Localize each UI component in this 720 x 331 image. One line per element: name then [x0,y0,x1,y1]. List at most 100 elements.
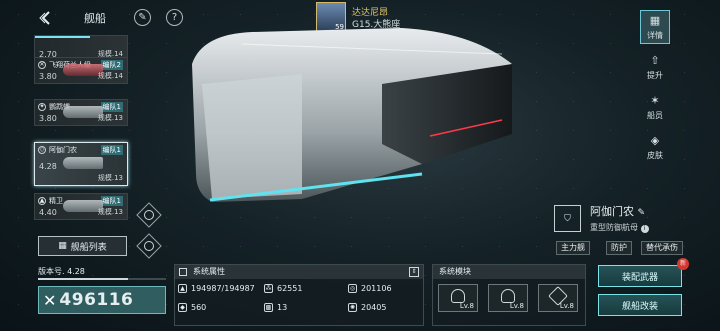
ship-type-icon: ▲ [38,197,46,205]
new-badge: 新 [677,258,689,270]
stat-armor: ⁂ 62551 [264,284,302,293]
shield-stat-icon: ◎ [348,284,357,293]
combat-power-value: 496116 [59,290,134,310]
upgrade-icon: ⇧ [650,53,660,67]
ship-list-item-selected[interactable]: ◇ 阿伽门农 编队1 4.28 规模.13 [34,142,128,186]
tab-label: 详情 [647,30,663,40]
ship-type-text: 重型防御航母 [590,223,638,232]
panel-title: 系统属性 [193,267,225,276]
level-progress [35,36,91,38]
stat-speed: ◆ 560 [178,303,206,312]
ship-level: 3.80 [39,114,57,123]
module-slot[interactable]: Lv.8 [488,284,528,312]
grid-icon: ▦ [58,241,67,251]
module-level: Lv.8 [459,302,474,310]
wave-icon [141,238,157,254]
help-button[interactable]: ? [166,9,183,26]
fleet-tag: 编队2 [100,60,123,70]
expand-icon[interactable]: ⇕ [409,267,419,277]
back-arrow-icon[interactable] [38,10,54,26]
ship-class: 规模.13 [97,174,123,182]
ship-level: 4.28 [39,162,57,171]
ship-model [192,28,512,202]
ship-level: 3.80 [39,72,57,81]
hp-icon: ▲ [178,284,187,293]
slot-icon: ▩ [264,303,273,312]
ship-type-icon: ✦ [38,103,46,111]
tab-crew[interactable]: ✶ 船员 [640,90,670,124]
role-chip: 主力舰 [556,241,590,255]
crew-icon: ✶ [650,93,660,107]
ship-type-icon: ◇ [38,146,46,154]
wrench-icon: ✎ [138,12,147,23]
stat-value: 201106 [361,284,392,293]
fleet-tag: 编队1 [100,196,123,206]
list-icon [179,268,187,276]
ship-role-badge: ⛉ [554,205,581,232]
stat-value: 20405 [361,303,387,312]
ship-class: 规模.14 [97,72,123,80]
tab-skin[interactable]: ◈ 皮肤 [640,130,670,164]
panel-title: 系统模块 [439,267,471,276]
ship-list-item[interactable]: ✕ 飞翔荷兰人级 编队2 3.80 规模.14 [34,57,128,84]
stat-energy: ✺ 20405 [348,303,386,312]
energy-icon: ✺ [348,303,357,312]
question-icon: ? [171,12,178,23]
fleet-list-button[interactable]: ▦ 舰船列表 [38,236,127,256]
role-chip: 防护 [606,241,632,255]
ship-list-item[interactable]: ✦ 鹦鹉螺 编队1 3.80 规模.13 [34,99,128,126]
module-armor-icon [501,289,515,303]
ship-level: 4.40 [39,208,57,217]
equip-weapons-button[interactable]: 装配武器 [598,265,682,287]
crossed-swords-icon: ✕ [43,290,57,310]
module-slot[interactable]: Lv.8 [538,284,578,312]
ship-name-text: 阿伽门农 [590,205,634,218]
stat-shield: ◎ 201106 [348,284,392,293]
fleet-tag: 编队1 [100,102,123,112]
shield-icon: ⛉ [564,213,571,224]
fleet-tag: 编队1 [100,145,123,155]
version-progress [38,278,166,280]
stat-value: 13 [277,303,288,312]
panel-header: 系统属性 ⇕ [175,265,423,279]
tab-label: 皮肤 [647,150,663,160]
speed-icon: ◆ [178,303,187,312]
version-label: 版本号. 4.28 [38,267,85,276]
module-slot[interactable]: Lv.8 [438,284,478,312]
ship-name-title[interactable]: 阿伽门农 ✎ [590,203,645,219]
module-level: Lv.8 [559,302,574,310]
tab-label: 提升 [647,70,663,80]
wrench-button[interactable]: ✎ [134,9,151,26]
combat-power: ✕ 496116 [38,286,166,314]
stat-slots: ▩ 13 [264,303,287,312]
ship-name: 阿伽门农 [49,146,77,154]
ship-class: 规模.13 [97,208,123,216]
ship-class: 规模.13 [97,114,123,122]
module-level: Lv.8 [509,302,524,310]
armor-icon: ⁂ [264,284,273,293]
ship-type-icon: ✕ [38,61,46,69]
tab-details[interactable]: ▦ 详情 [640,10,670,44]
ship-refit-button[interactable]: 舰船改装 [598,294,682,316]
fleet-list-label: 舰船列表 [70,242,107,253]
edit-icon[interactable]: ✎ [638,208,646,218]
stat-value: 194987/194987 [191,284,255,293]
module-shield-icon [451,289,465,303]
skin-icon: ◈ [650,133,660,147]
stat-value: 62551 [277,284,303,293]
panel-header: 系统模块 [433,265,585,279]
tab-label: 船员 [647,110,663,120]
ship-name: 精卫 [49,197,63,205]
grid-icon: ▦ [649,13,661,27]
ship-list-item[interactable]: ▲ 精卫 编队1 4.40 规模.13 [34,193,128,220]
tab-upgrade[interactable]: ⇧ 提升 [640,50,670,84]
role-chip: 替代承伤 [641,241,683,255]
target-icon [141,207,157,223]
ship-thumbnail [63,157,103,169]
system-attributes-panel: 系统属性 ⇕ [174,264,424,326]
stat-hp: ▲ 194987/194987 [178,284,255,293]
info-icon[interactable]: i [640,225,649,233]
page-title: 舰船 [84,12,106,25]
ship-type: 重型防御航母 i [590,222,649,233]
stat-value: 560 [191,303,207,312]
